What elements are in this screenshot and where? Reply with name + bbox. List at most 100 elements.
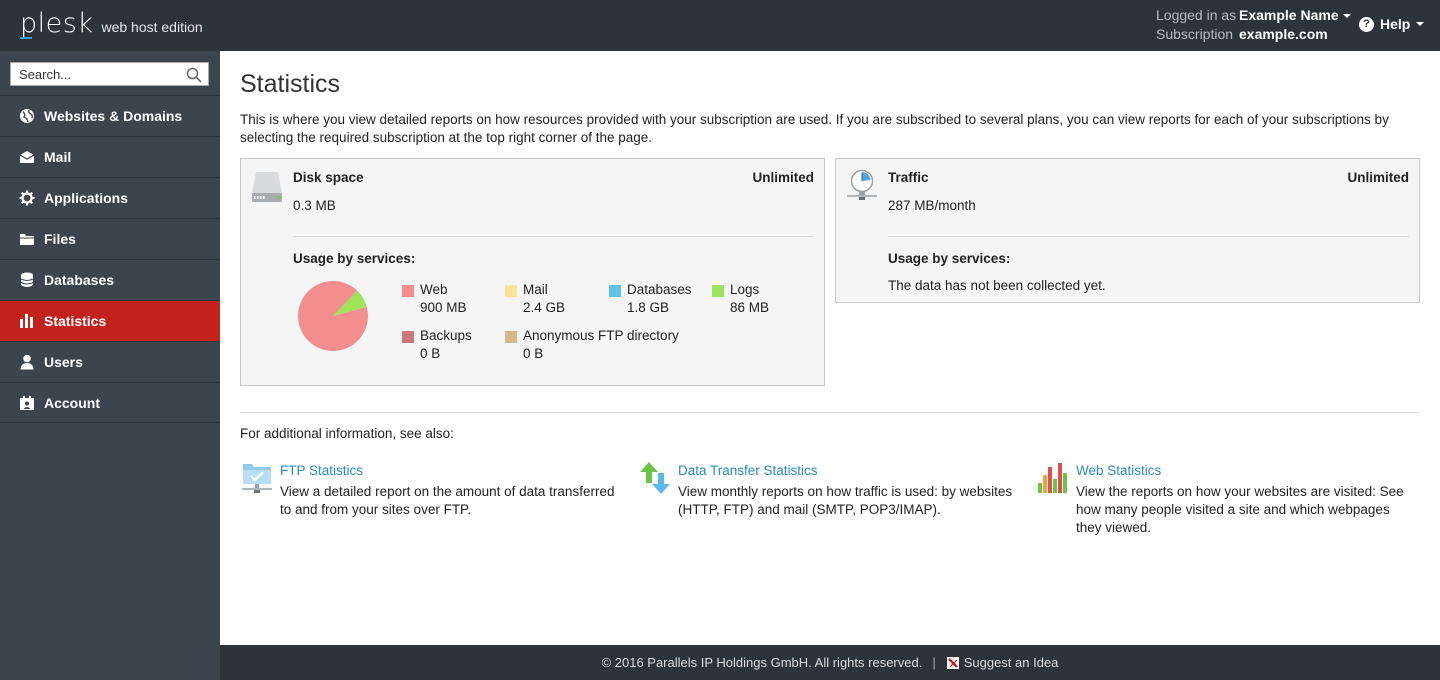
legend-value: 2.4 GB [523, 300, 566, 315]
logo-accent [20, 37, 32, 39]
web-statistics-link[interactable]: Web Statistics [1076, 463, 1161, 478]
globe-icon [18, 108, 36, 124]
sidebar-item-websites-domains[interactable]: Websites & Domains [0, 95, 220, 136]
main-content: Statistics This is where you view detail… [220, 51, 1440, 645]
plesk-logo[interactable]: plesk web host edition [20, 8, 203, 39]
legend-swatch [712, 285, 724, 297]
subscription-label: Subscription [1156, 26, 1234, 42]
logo-text: plesk [20, 8, 94, 39]
search-box [10, 62, 209, 86]
help-icon: ? [1359, 16, 1374, 32]
suggest-idea-label: Suggest an Idea [963, 655, 1059, 670]
top-bar: plesk web host edition Logged in as Examp… [0, 0, 1440, 51]
no-data-message: The data has not been collected yet. [888, 278, 1106, 293]
legend-label: Anonymous FTP directory [523, 328, 679, 343]
sidebar: Websites & Domains Mail Applications Fil… [0, 51, 220, 680]
legend-item-databases: Databases 1.8 GB [609, 281, 692, 317]
traffic-meter-icon [846, 169, 878, 204]
help-menu[interactable]: ? Help [1359, 16, 1425, 32]
traffic-panel: Traffic Unlimited 287 MB/month Usage by … [835, 158, 1420, 303]
usage-by-services-title: Usage by services: [888, 251, 1011, 266]
account-icon [18, 395, 36, 411]
ftp-statistics-description: View a detailed report on the amount of … [280, 484, 615, 517]
legend-item-anonymous-ftp: Anonymous FTP directory 0 B [505, 327, 679, 363]
lightbulb-icon [946, 656, 960, 670]
legend-label: Databases [627, 282, 692, 297]
legend-value: 1.8 GB [627, 300, 670, 315]
footer: © 2016 Parallels IP Holdings GmbH. All r… [220, 645, 1440, 680]
suggest-idea-link[interactable]: Suggest an Idea [946, 655, 1059, 670]
subscription-selector[interactable]: example.com [1239, 26, 1328, 42]
sidebar-item-account[interactable]: Account [0, 382, 220, 423]
ftp-folder-icon [240, 461, 274, 498]
legend-item-logs: Logs 86 MB [712, 281, 769, 317]
web-statistics-description: View the reports on how your websites ar… [1076, 484, 1404, 535]
mail-icon [18, 149, 36, 165]
search-icon[interactable] [186, 67, 202, 86]
sidebar-item-label: Applications [44, 190, 129, 206]
database-icon [18, 272, 36, 288]
legend-swatch [505, 285, 517, 297]
legend-value: 0 B [420, 346, 441, 361]
sidebar-item-mail[interactable]: Mail [0, 136, 220, 177]
account-info: Logged in as Example Name Subscription exa… [1156, 6, 1351, 44]
panel-divider [293, 236, 814, 237]
chevron-down-icon [1416, 22, 1425, 26]
sidebar-item-databases[interactable]: Databases [0, 259, 220, 300]
logo-edition: web host edition [101, 19, 203, 35]
user-name: Example Name [1239, 7, 1339, 23]
legend-swatch [505, 331, 517, 343]
search-input[interactable] [11, 63, 181, 85]
sidebar-item-applications[interactable]: Applications [0, 177, 220, 218]
copyright-text: © 2016 Parallels IP Holdings GmbH. All r… [601, 655, 923, 670]
disk-usage-pie-chart [298, 281, 368, 351]
legend-swatch [609, 285, 621, 297]
user-menu[interactable]: Example Name [1239, 7, 1351, 23]
traffic-title: Traffic [888, 170, 929, 185]
legend-item-mail: Mail 2.4 GB [505, 281, 565, 317]
sidebar-item-label: Statistics [44, 313, 107, 329]
usage-by-services-title: Usage by services: [293, 251, 416, 266]
logged-in-label: Logged in as [1156, 7, 1237, 23]
legend-item-web: Web 900 MB [402, 281, 467, 317]
legend-swatch [402, 285, 414, 297]
legend-value: 900 MB [420, 300, 467, 315]
disk-space-panel: Disk space Unlimited 0.3 MB Usage by ser… [240, 158, 825, 386]
sidebar-item-label: Websites & Domains [44, 108, 183, 124]
sidebar-item-statistics[interactable]: Statistics [0, 300, 220, 341]
sidebar-item-label: Account [44, 394, 100, 411]
disk-space-value: 0.3 MB [293, 198, 336, 213]
help-label: Help [1380, 16, 1411, 32]
transfer-arrows-icon [638, 461, 672, 498]
page-title: Statistics [240, 70, 341, 98]
user-icon [18, 354, 36, 370]
legend-swatch [402, 331, 414, 343]
legend-value: 0 B [523, 346, 544, 361]
disk-space-limit: Unlimited [752, 170, 814, 185]
gear-icon [18, 190, 36, 206]
sidebar-item-files[interactable]: Files [0, 218, 220, 259]
disk-space-title: Disk space [293, 170, 364, 185]
footer-separator: | [932, 655, 936, 670]
sidebar-nav: Websites & Domains Mail Applications Fil… [0, 95, 220, 423]
see-also-text: For additional information, see also: [240, 426, 454, 441]
panel-divider [888, 236, 1409, 237]
sidebar-item-label: Files [44, 231, 76, 247]
legend-value: 86 MB [730, 300, 770, 315]
folder-icon [18, 231, 36, 247]
ftp-statistics-link[interactable]: FTP Statistics [280, 463, 363, 478]
bar-chart-icon [18, 313, 36, 329]
bar-chart-icon [1036, 461, 1070, 498]
traffic-limit: Unlimited [1347, 170, 1409, 185]
traffic-value: 287 MB/month [888, 198, 976, 213]
intro-text: This is where you view detailed reports … [240, 112, 1389, 145]
chevron-down-icon [1342, 14, 1351, 19]
sidebar-item-label: Mail [44, 149, 72, 165]
legend-item-backups: Backups 0 B [402, 327, 472, 363]
sidebar-item-users[interactable]: Users [0, 341, 220, 382]
sidebar-item-label: Users [44, 354, 83, 370]
data-transfer-statistics-description: View monthly reports on how traffic is u… [678, 484, 1013, 517]
hard-drive-icon [251, 169, 283, 208]
data-transfer-statistics-link[interactable]: Data Transfer Statistics [678, 463, 818, 478]
section-divider [240, 412, 1420, 413]
